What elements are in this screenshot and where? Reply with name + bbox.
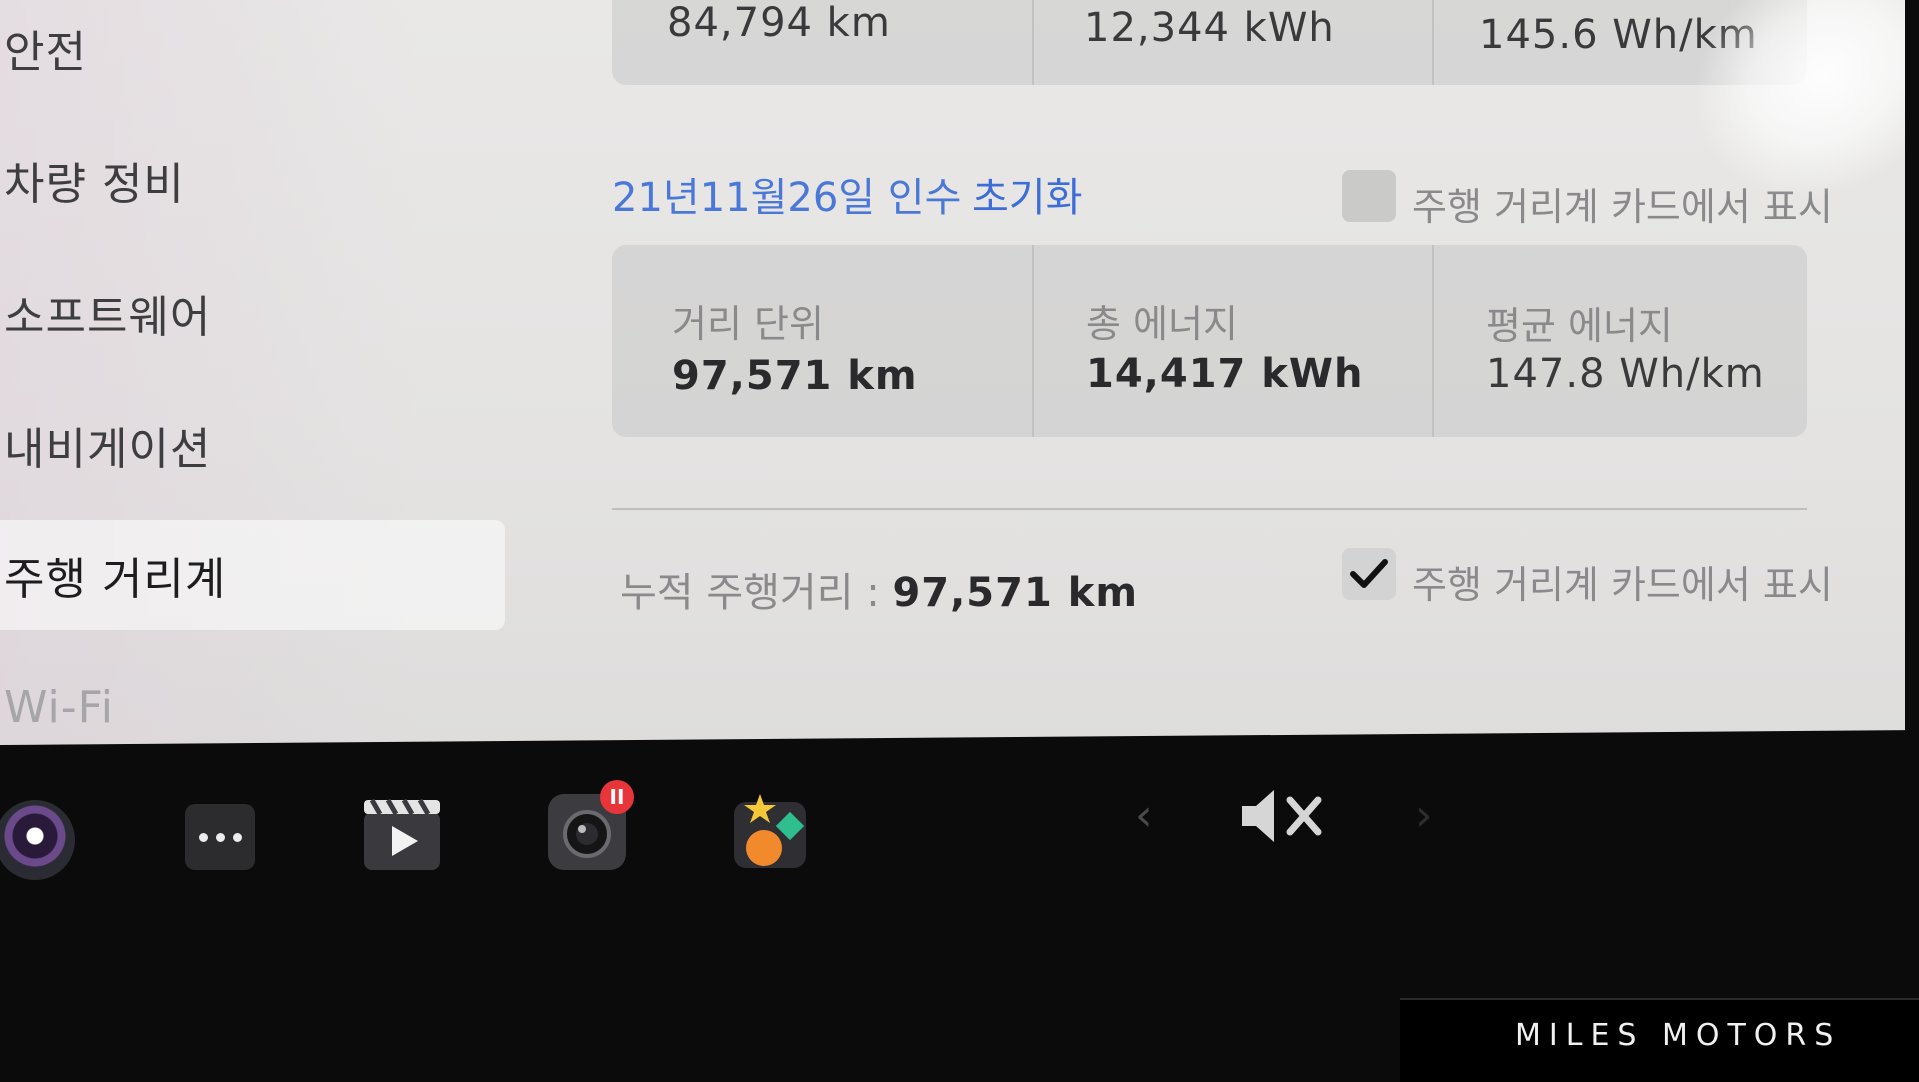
trip-a-energy-col: 12,344 kWh (1032, 0, 1434, 85)
chevron-left-icon[interactable]: ‹ (1135, 790, 1153, 841)
chevron-right-icon[interactable]: › (1415, 790, 1433, 841)
more-apps-icon[interactable] (185, 804, 255, 870)
sidebar-item-label: 차량 정비 (4, 159, 185, 210)
sidebar-item-service[interactable]: 차량 정비 (0, 125, 505, 235)
trip-b-energy-label: 총 에너지 (1086, 302, 1238, 346)
trip-b-avg-label: 평균 에너지 (1486, 304, 1673, 348)
trip-b-energy: 14,417 kWh (1086, 351, 1364, 397)
odometer-show-on-card-label: 주행 거리계 카드에서 표시 (1412, 563, 1833, 607)
odometer-row: 누적 주행거리 : 97,571 km (620, 560, 1138, 618)
settings-sidebar: 안전 차량 정비 소프트웨어 내비게이션 주행 거리계 Wi-Fi (0, 0, 510, 745)
sidebar-item-navigation[interactable]: 내비게이션 (0, 390, 505, 500)
odometer-show-on-card-checkbox[interactable] (1342, 548, 1396, 600)
trip-b-distance-label: 거리 단위 (672, 302, 824, 346)
watermark-text: MILES MOTORS (1515, 1018, 1842, 1053)
trip-b-avg-col: 평균 에너지 147.8 Wh/km (1432, 245, 1809, 437)
trip-a-energy: 12,344 kWh (1084, 5, 1335, 51)
trip-b-distance-col: 거리 단위 97,571 km (612, 245, 1032, 437)
volume-muted-icon[interactable] (1238, 786, 1324, 846)
trip-a-card: 84,794 km 12,344 kWh 145.6 Wh/km (612, 0, 1807, 85)
trip-b-card: 거리 단위 97,571 km 총 에너지 14,417 kWh 평균 에너지 … (612, 245, 1807, 437)
checkmark-icon (1350, 559, 1388, 588)
trip-b-show-on-card-checkbox[interactable] (1342, 170, 1396, 222)
sidebar-item-software[interactable]: 소프트웨어 (0, 258, 505, 368)
theater-icon[interactable] (362, 798, 442, 872)
trip-a-distance-col: 84,794 km (612, 0, 1032, 85)
sidebar-item-label: Wi-Fi (4, 681, 114, 733)
touchscreen: 안전 차량 정비 소프트웨어 내비게이션 주행 거리계 Wi-Fi 84,794… (0, 0, 1905, 745)
recording-badge: II (600, 780, 634, 814)
odometer-label: 누적 주행거리 : (620, 570, 880, 616)
trip-b-energy-col: 총 에너지 14,417 kWh (1032, 245, 1434, 437)
sidebar-item-wifi[interactable]: Wi-Fi (0, 652, 505, 745)
sidebar-item-label: 안전 (4, 26, 87, 78)
watermark-bar: MILES MOTORS (1400, 998, 1919, 1082)
sidebar-item-label: 소프트웨어 (4, 292, 212, 343)
trip-b-reset-button[interactable]: 초기화 (972, 165, 1082, 223)
section-divider (612, 508, 1807, 510)
sidebar-item-trips[interactable]: 주행 거리계 (0, 520, 505, 630)
trip-b-avg-energy: 147.8 Wh/km (1486, 351, 1765, 397)
trip-b-distance: 97,571 km (672, 353, 918, 399)
trip-b-reset-info: 21년11월26일 인수 (612, 175, 962, 221)
sidebar-item-safety[interactable]: 안전 (0, 0, 505, 95)
sidebar-item-label: 주행 거리계 (4, 554, 227, 605)
sidebar-item-label: 내비게이션 (4, 424, 212, 475)
trip-a-distance: 84,794 km (667, 0, 891, 46)
toybox-icon[interactable] (730, 790, 810, 870)
odometer-value: 97,571 km (892, 570, 1138, 616)
